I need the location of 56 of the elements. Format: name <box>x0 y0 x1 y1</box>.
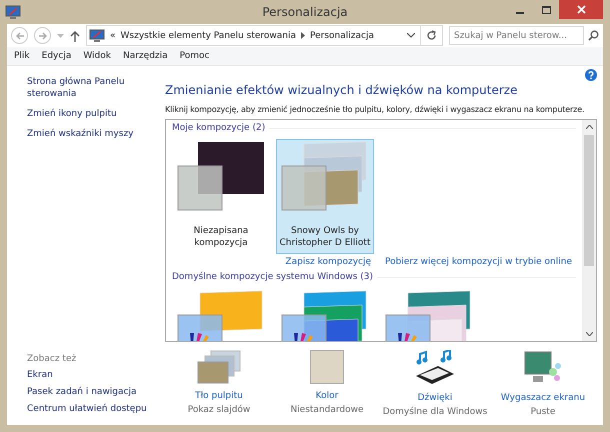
monitor-icon <box>5 4 21 20</box>
breadcrumb[interactable]: Personalizacja <box>310 30 374 40</box>
see-also-link[interactable]: Pasek zadań i nawigacja <box>27 386 161 398</box>
refresh-icon[interactable] <box>426 30 437 41</box>
monitor-icon <box>89 28 105 42</box>
search-icon[interactable] <box>588 30 599 41</box>
back-arrow-icon <box>14 30 24 40</box>
menu-item[interactable]: Pomoc <box>180 51 210 61</box>
breadcrumb[interactable]: Wszystkie elementy Panelu sterowania <box>120 30 296 40</box>
menu-item[interactable]: Narzędzia <box>122 51 168 61</box>
theme-name: Niezapisana kompozycja <box>192 225 250 249</box>
close-icon <box>576 5 586 14</box>
theme-name: Snowy Owls by Christopher D Elliott <box>278 225 372 249</box>
forward-arrow-icon <box>38 30 48 40</box>
see-also-heading: Zobacz też <box>27 354 78 364</box>
group-heading: Domyślne kompozycje systemu Windows (3) <box>172 272 373 282</box>
setting-value: Niestandardowe <box>290 405 364 415</box>
menu-item[interactable]: Edycja <box>42 51 72 61</box>
chevron-icon <box>301 32 305 39</box>
group-heading: Moje kompozycje (2) <box>172 123 266 133</box>
up-arrow-icon[interactable] <box>70 30 80 42</box>
breadcrumb[interactable]: « <box>110 30 116 40</box>
setting-link[interactable]: Tło pulpitu <box>195 391 243 401</box>
color-swatch-icon[interactable] <box>310 350 344 384</box>
see-also-link[interactable]: Centrum ułatwień dostępu <box>27 403 161 415</box>
menu-item[interactable]: Widok <box>83 51 111 61</box>
menu-item[interactable]: Plik <box>14 51 30 61</box>
theme-tile[interactable]: Snowy Owls by Christopher D Elliott <box>276 139 374 254</box>
setting-link[interactable]: Kolor <box>316 391 338 401</box>
theme-link[interactable]: Pobierz więcej kompozycji w trybie online <box>385 257 572 267</box>
address-bar[interactable]: « Wszystkie elementy Panelu sterowania Personalizacja <box>86 25 443 46</box>
instruction-text: Kliknij kompozycję, aby zmienić jednocześnie tło pulpitu, kolory, dźwięki i wygaszacz ekranu na komputerze. <box>165 105 586 114</box>
setting-link[interactable]: Dźwięki <box>418 393 452 403</box>
scroll-down-icon[interactable] <box>586 332 592 336</box>
search-field[interactable]: Szukaj w Panelu sterow... <box>449 26 584 45</box>
see-also-link[interactable]: Ekran <box>27 369 161 381</box>
sidebar-link[interactable]: Zmień ikony pulpitu <box>27 108 145 120</box>
music-keyboard-icon[interactable] <box>414 350 456 386</box>
help-icon[interactable] <box>585 69 597 81</box>
photo-stack-icon[interactable] <box>197 350 241 384</box>
minimize-icon <box>516 12 524 14</box>
setting-value: Puste <box>530 407 556 417</box>
setting-value: Pokaz slajdów <box>188 405 250 415</box>
close-button[interactable] <box>559 0 603 19</box>
sidebar-link[interactable]: Zmień wskaźniki myszy <box>27 128 145 140</box>
theme-tile[interactable]: Niezapisana kompozycja <box>172 139 270 254</box>
scroll-up-icon[interactable] <box>586 125 592 129</box>
sidebar-link[interactable]: Strona główna Panelu sterowania <box>27 76 145 100</box>
page-heading: Zmienianie efektów wizualnych i dźwięków na komputerze <box>165 83 518 97</box>
theme-link[interactable]: Zapisz kompozycję <box>285 257 372 267</box>
window-title: Personalizacja <box>262 5 348 19</box>
maximize-icon <box>542 6 550 14</box>
setting-link[interactable]: Wygaszacz ekranu <box>500 393 586 403</box>
setting-value: Domyślne dla Windows <box>382 407 488 417</box>
scrollbar[interactable] <box>582 120 596 341</box>
dropdown-caret-icon[interactable] <box>407 33 415 38</box>
